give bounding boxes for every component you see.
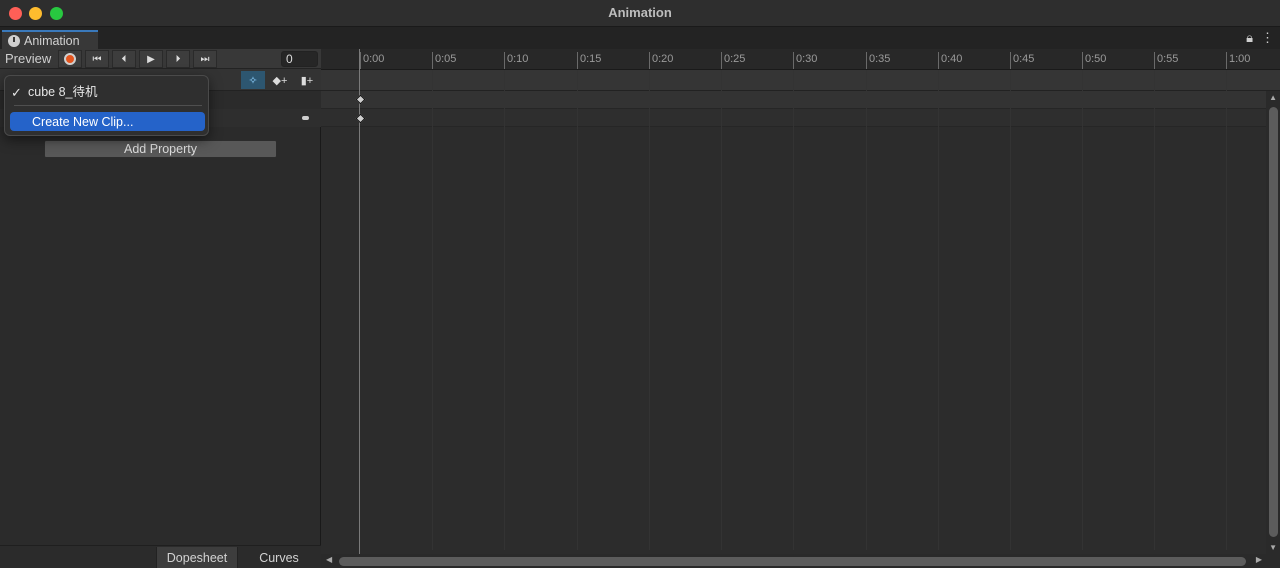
grid-line [504,70,505,550]
grid-line [1010,70,1011,550]
clock-icon [8,34,20,47]
skip-end-icon: ⏭ [200,53,210,65]
ruler-tick: 0:10 [504,52,528,69]
playback-toolbar: Preview ⏮ ⏴ ▶ ⏵ ⏭ 0 [0,49,321,69]
horizontal-scroll-thumb[interactable] [339,557,1246,566]
vertical-scroll-thumb[interactable] [1269,107,1278,537]
grid-line [1226,70,1227,550]
filter-icon: ✧ [248,74,258,87]
grid-line [577,70,578,550]
dopesheet-timeline[interactable]: 0:00 0:05 0:10 0:15 0:20 0:25 0:30 0:35 … [321,49,1280,568]
window-title: Animation [608,5,672,20]
vertical-scrollbar[interactable]: ▲ ▼ [1266,91,1280,554]
add-event-icon: ▮+ [300,74,314,87]
tab-curves[interactable]: Curves [239,547,319,568]
scroll-up-icon[interactable]: ▲ [1269,93,1277,102]
tab-dopesheet[interactable]: Dopesheet [156,547,238,568]
ruler-tick: 0:25 [721,52,745,69]
time-ruler[interactable]: 0:00 0:05 0:10 0:15 0:20 0:25 0:30 0:35 … [321,49,1280,70]
tab-animation[interactable]: Animation [2,30,98,49]
title-bar: Animation [0,0,1280,27]
ruler-tick: 0:05 [432,52,456,69]
property-track[interactable] [321,109,1280,127]
menu-divider [14,105,202,106]
clip-dropdown-menu: ✓ cube 8_待机 Create New Clip... [4,75,209,136]
grid-line [1082,70,1083,550]
tab-label: Animation [24,33,80,48]
grid-line [649,70,650,550]
tab-actions: 🔒︎ ⋮ [1246,30,1274,46]
record-button[interactable] [58,50,82,68]
create-new-clip-option[interactable]: Create New Clip... [10,112,205,131]
ruler-tick: 0:00 [360,52,384,69]
grid-line [866,70,867,550]
ruler-tick: 0:40 [938,52,962,69]
add-keyframe-icon: ◆+ [272,74,288,87]
summary-track[interactable] [321,91,1280,109]
ruler-tick: 1:00 [1226,52,1250,69]
play-button[interactable]: ▶ [139,50,163,68]
add-event-button[interactable]: ▮+ [295,71,319,89]
lock-icon[interactable]: 🔒︎ [1246,30,1253,46]
step-back-icon: ⏴ [121,53,127,65]
ruler-tick: 0:55 [1154,52,1178,69]
tab-strip: Animation 🔒︎ ⋮ [0,27,1280,49]
add-property-button[interactable]: Add Property [44,140,277,158]
ruler-tick: 0:15 [577,52,601,69]
next-key-button[interactable]: ⏵ [166,50,190,68]
first-key-button[interactable]: ⏮ [85,50,109,68]
scroll-down-icon[interactable]: ▼ [1269,543,1277,552]
filter-keys-button[interactable]: ✧ [241,71,265,89]
grid-line [938,70,939,550]
more-menu-icon[interactable]: ⋮ [1261,30,1274,46]
scroll-left-icon[interactable]: ◀ [326,555,332,564]
preview-toggle[interactable]: Preview [5,51,51,66]
record-icon [64,53,76,65]
grid-line [793,70,794,550]
grid-line [1154,70,1155,550]
ruler-tick: 0:35 [866,52,890,69]
grid-line [432,70,433,550]
ruler-tick: 0:20 [649,52,673,69]
play-icon: ▶ [147,53,155,65]
playhead[interactable] [359,49,360,554]
ruler-tick: 0:30 [793,52,817,69]
grid-line [721,70,722,550]
frame-input[interactable]: 0 [281,51,318,67]
event-strip[interactable] [321,70,1280,91]
key-indicator-icon [302,116,309,120]
skip-start-icon: ⏮ [92,53,102,65]
add-keyframe-button[interactable]: ◆+ [268,71,292,89]
clip-option-current[interactable]: cube 8_待机 [10,81,205,100]
step-forward-icon: ⏵ [175,53,181,65]
ruler-tick: 0:50 [1082,52,1106,69]
horizontal-scrollbar[interactable]: ◀ ▶ [321,554,1280,568]
prev-key-button[interactable]: ⏴ [112,50,136,68]
scroll-right-icon[interactable]: ▶ [1256,555,1262,564]
view-mode-tabs: Dopesheet Curves [0,545,321,568]
ruler-tick: 0:45 [1010,52,1034,69]
last-key-button[interactable]: ⏭ [193,50,217,68]
